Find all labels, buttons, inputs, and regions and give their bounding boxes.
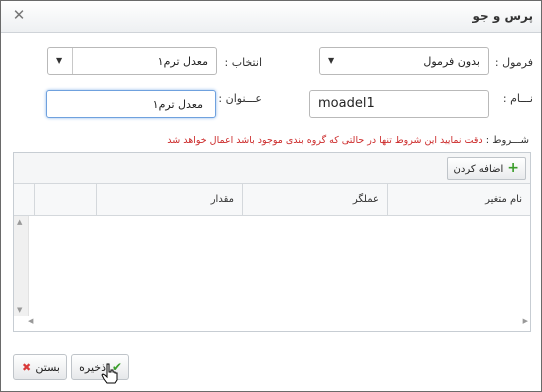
formula-select[interactable]: بدون فرمول ▼ xyxy=(319,47,489,75)
hand-cursor-icon xyxy=(101,363,118,384)
chevron-down-icon: ▼ xyxy=(328,56,335,65)
save-button[interactable]: ذخیره ✔ xyxy=(71,354,129,380)
dialog-title: پرس و جو xyxy=(472,9,533,23)
formula-label: فرمول : xyxy=(494,56,533,69)
name-input[interactable]: moadel1 xyxy=(309,90,489,118)
add-button[interactable]: +اضافه کردن xyxy=(446,157,526,180)
conditions-grid: +اضافه کردن نام متغیر عملگر مقدار ▲ ▼ ◀ … xyxy=(13,152,531,332)
title-bar: پرس و جو ✕ xyxy=(1,1,541,33)
name-label: نـــام : xyxy=(502,92,533,105)
scroll-down-icon[interactable]: ▼ xyxy=(17,306,22,314)
variable-select[interactable]: معدل ترم۱ ▼ xyxy=(47,47,217,75)
plus-icon: + xyxy=(507,160,519,176)
conditions-text: دقت نمایید این شروط تنها در حالتی که گرو… xyxy=(167,135,483,146)
close-icon[interactable]: ✕ xyxy=(11,6,27,24)
query-dialog: پرس و جو ✕ فرمول : بدون فرمول ▼ انتخاب :… xyxy=(0,0,542,392)
chevron-down-icon: ▼ xyxy=(56,56,63,65)
vertical-scrollbar[interactable]: ▲ ▼ xyxy=(14,216,29,316)
scroll-left-icon[interactable]: ◀ xyxy=(28,317,33,325)
column-value[interactable]: مقدار xyxy=(96,184,242,215)
scroll-up-icon[interactable]: ▲ xyxy=(17,218,22,226)
grid-body: ▲ ▼ ◀ ▶ xyxy=(14,216,530,331)
horizontal-scrollbar[interactable]: ◀ ▶ xyxy=(28,317,528,329)
formula-select-value: بدون فرمول xyxy=(423,55,480,68)
close-x-icon: ✖ xyxy=(22,361,32,374)
grid-toolbar: +اضافه کردن xyxy=(14,153,530,184)
column-operator[interactable]: عملگر xyxy=(242,184,387,215)
close-button-label: بستن xyxy=(35,361,60,374)
conditions-label: شـــروط : xyxy=(485,135,529,146)
select-divider xyxy=(72,48,73,74)
title-input-value: معدل ترم۱ xyxy=(152,98,203,111)
column-variable-name[interactable]: نام متغیر xyxy=(387,184,530,215)
column-scroll-gutter xyxy=(14,184,34,215)
grid-header: نام متغیر عملگر مقدار xyxy=(14,184,530,216)
variable-select-value: معدل ترم۱ xyxy=(157,55,208,68)
add-button-label: اضافه کردن xyxy=(453,164,504,175)
close-button[interactable]: بستن ✖ xyxy=(13,354,67,380)
name-input-value: moadel1 xyxy=(318,96,375,111)
scroll-right-icon[interactable]: ▶ xyxy=(523,317,528,325)
select-label: انتخاب : xyxy=(224,56,262,69)
column-blank xyxy=(34,184,96,215)
title-label: عـــنوان : xyxy=(218,92,262,105)
title-input[interactable]: معدل ترم۱ xyxy=(46,90,216,118)
conditions-note: شـــروط : دقت نمایید این شروط تنها در حا… xyxy=(167,135,529,146)
